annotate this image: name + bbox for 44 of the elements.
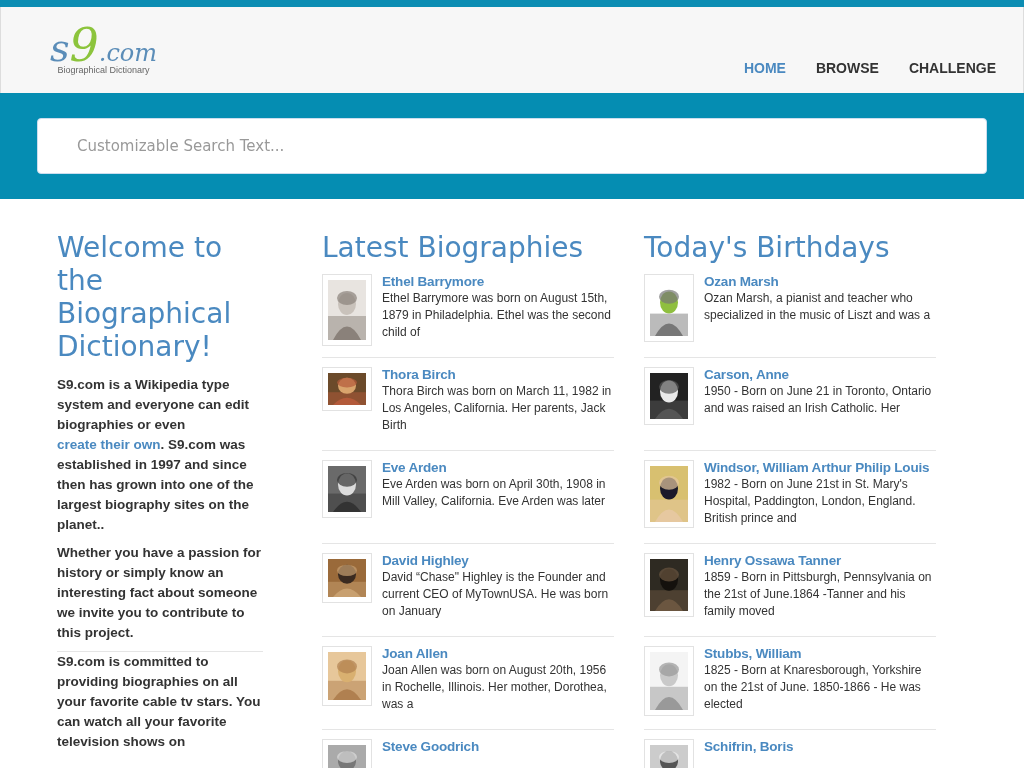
biography-summary: Ethel Barrymore was born on August 15th, 1879 in Philadelphia. Ethel was the second child of [382, 290, 612, 341]
thumbnail-frame[interactable] [322, 367, 372, 411]
biography-link[interactable]: Henry Ossawa Tanner [704, 553, 944, 569]
biography-summary: 1859 - Born in Pittsburgh, Pennsylvania on the 21st of June.1864 -Tanner and his family moved [704, 569, 933, 620]
biography-summary: 1825 - Born at Knaresborough, Yorkshire on the 21st of June. 1850-1866 - He was elected [704, 662, 923, 713]
biography-link[interactable]: Thora Birch [382, 367, 622, 383]
biography-summary: David “Chase" Highley is the Founder and current CEO of MyTownUSA. He was born on January [382, 569, 610, 620]
biography-summary: Thora Birch was born on March 11, 1982 in Los Angeles, California. Her parents, Jack Birth [382, 383, 613, 434]
search-field[interactable]: Customizable Search Text... [37, 118, 987, 174]
biography-link[interactable]: Steve Goodrich [382, 739, 622, 755]
link[interactable]: create their own [57, 437, 161, 452]
section-heading: Today's Birthdays [644, 231, 891, 264]
thumbnail-frame[interactable] [644, 274, 694, 342]
thumbnail-frame[interactable] [644, 367, 694, 425]
thumbnail-frame[interactable] [322, 646, 372, 706]
biography-link[interactable]: David Highley [382, 553, 622, 569]
paragraph: S9.com is a Wikipedia type system and everyone can edit biographies or even create their own. S9.com was established in 1997 and since then has grown into one of the largest biography sites on the planet.. [57, 376, 255, 534]
section-heading: Latest Biographies [322, 231, 585, 264]
biography-summary: Eve Arden was born on April 30th, 1908 in Mill Valley, California. Eve Arden was later [382, 476, 607, 510]
biography-link[interactable]: Carson, Anne [704, 367, 944, 383]
biography-link[interactable]: Ethel Barrymore [382, 274, 622, 290]
biography-summary: 1982 - Born on June 21st in St. Mary's Hospital, Paddington, London, England. British prince and [704, 476, 917, 527]
thumbnail-frame[interactable] [322, 553, 372, 603]
welcome-heading: Welcome to the Biographical Dictionary! [57, 231, 233, 363]
biography-link[interactable]: Windsor, William Arthur Philip Louis [704, 460, 944, 476]
nav-link[interactable]: CHALLENGE [908, 60, 996, 76]
thumbnail-frame[interactable] [322, 460, 372, 518]
biography-link[interactable]: Stubbs, William [704, 646, 944, 662]
thumbnail-frame[interactable] [644, 646, 694, 716]
logo[interactable]: s9.com Biographical Dictionary [50, 23, 158, 75]
biography-link[interactable]: Joan Allen [382, 646, 622, 662]
paragraph: S9.com is committed to providing biographies on all your favorite cable tv stars. You can watch all your favorite television shows on [57, 651, 263, 752]
nav-link[interactable]: BROWSE [815, 60, 879, 76]
paragraph: Whether you have a passion for history or simply know an interesting fact about someone we invite you to contribute to this project. [57, 544, 263, 642]
biography-link[interactable]: Ozan Marsh [704, 274, 944, 290]
nav-link[interactable]: HOME [743, 60, 786, 76]
biography-summary: 1950 - Born on June 21 in Toronto, Ontario and was raised an Irish Catholic. Her [704, 383, 933, 417]
thumbnail-frame[interactable] [644, 460, 694, 528]
thumbnail-frame[interactable] [644, 553, 694, 617]
biography-summary: Ozan Marsh, a pianist and teacher who specialized in the music of Liszt and was a [704, 290, 932, 324]
biography-link[interactable]: Schifrin, Boris [704, 739, 944, 755]
thumbnail-frame[interactable] [322, 274, 372, 346]
biography-link[interactable]: Eve Arden [382, 460, 622, 476]
biography-summary: Joan Allen was born on August 20th, 1956 in Rochelle, Illinois. Her mother, Dorothea, was a [382, 662, 608, 713]
